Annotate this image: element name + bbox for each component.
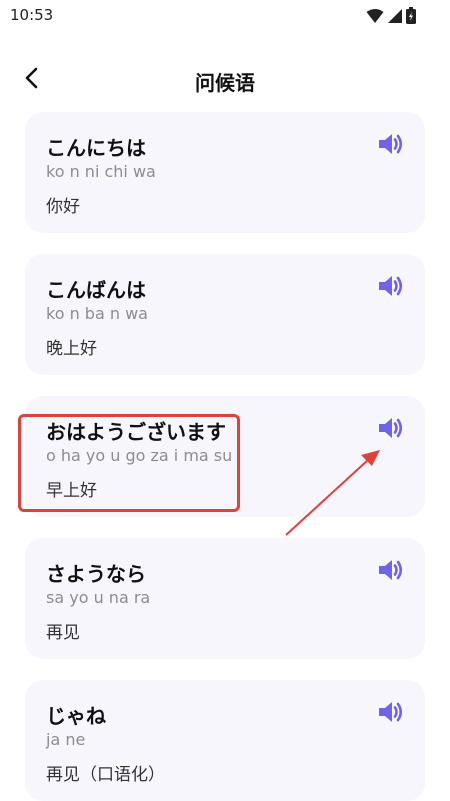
phrase-card[interactable]: さようなら sa yo u na ra 再见 bbox=[25, 538, 425, 659]
speaker-icon bbox=[378, 558, 404, 586]
speaker-icon bbox=[378, 700, 404, 728]
app-header: 问候语 bbox=[0, 58, 450, 102]
japanese-text: こんばんは bbox=[46, 278, 146, 302]
phrase-card[interactable]: こんにちは ko n ni chi wa 你好 bbox=[25, 112, 425, 233]
status-time: 10:53 bbox=[10, 6, 54, 24]
speaker-icon bbox=[378, 132, 404, 160]
play-audio-button[interactable] bbox=[377, 416, 405, 444]
play-audio-button[interactable] bbox=[377, 132, 405, 160]
romaji-text: sa yo u na ra bbox=[46, 588, 151, 607]
chinese-text: 你好 bbox=[46, 197, 80, 217]
wifi-icon bbox=[366, 8, 384, 28]
phrase-card[interactable]: こんばんは ko n ba n wa 晚上好 bbox=[25, 254, 425, 375]
status-bar: 10:53 bbox=[0, 0, 450, 32]
romaji-text: ko n ba n wa bbox=[46, 304, 148, 323]
speaker-icon bbox=[378, 416, 404, 444]
play-audio-button[interactable] bbox=[377, 700, 405, 728]
japanese-text: じゃね bbox=[46, 704, 106, 728]
chinese-text: 再见（口语化） bbox=[46, 765, 165, 785]
status-icons bbox=[366, 7, 416, 28]
play-audio-button[interactable] bbox=[377, 274, 405, 302]
chinese-text: 再见 bbox=[46, 623, 80, 643]
page-title: 问候语 bbox=[195, 71, 255, 95]
play-audio-button[interactable] bbox=[377, 558, 405, 586]
signal-icon bbox=[387, 8, 403, 28]
speaker-icon bbox=[378, 274, 404, 302]
chinese-text: 晚上好 bbox=[46, 339, 97, 359]
japanese-text: さようなら bbox=[46, 562, 146, 586]
battery-icon bbox=[406, 7, 416, 28]
romaji-text: ko n ni chi wa bbox=[46, 162, 156, 181]
phrase-card[interactable]: じゃね ja ne 再见（口语化） bbox=[25, 680, 425, 801]
japanese-text: こんにちは bbox=[46, 136, 146, 160]
annotation-highlight-box bbox=[18, 414, 240, 512]
romaji-text: ja ne bbox=[46, 730, 86, 749]
